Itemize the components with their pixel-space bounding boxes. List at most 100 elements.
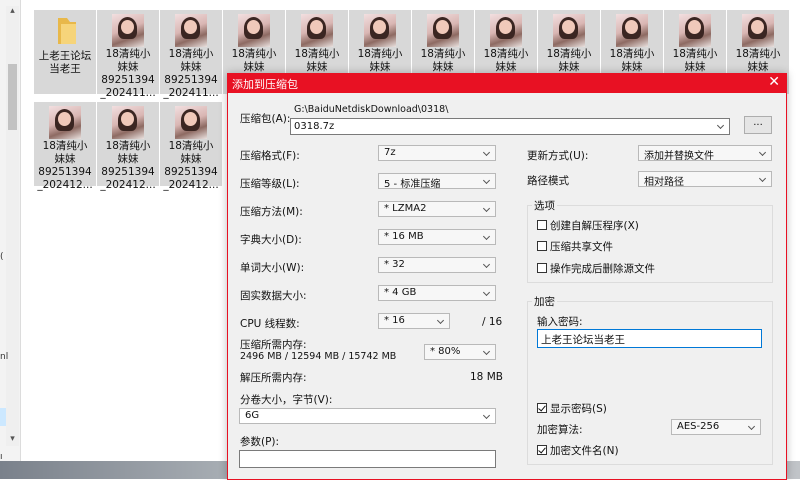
file-name: 18清纯小 [105,140,151,152]
chevron-down-icon [436,314,446,328]
file-name: _202411... [100,87,156,99]
split-volume-label: 分卷大小，字节(V): [240,394,333,406]
photo-thumbnail [301,14,333,47]
password-label: 输入密码: [537,316,583,328]
scroll-thumb[interactable] [8,64,17,130]
dialog-titlebar[interactable]: 添加到压缩包 ✕ [228,73,786,93]
file-item[interactable]: 18清纯小 妹妹 89251394 _202412... [34,102,96,191]
path-mode-select[interactable]: 相对路径 [638,171,772,188]
method-select[interactable]: * LZMA2 [378,201,496,217]
photo-thumbnail [175,14,207,47]
format-select[interactable]: 7z [378,145,496,161]
navigation-scrollbar[interactable]: ▴ ▾ [6,6,19,446]
path-mode-value: 相对路径 [644,177,684,188]
file-name: 18清纯小 [420,48,466,60]
chevron-down-icon [758,146,768,160]
file-name: 妹妹 [180,61,202,73]
file-name: 妹妹 [180,153,202,165]
file-name: 18清纯小 [357,48,403,60]
update-mode-label: 更新方式(U): [527,150,589,162]
photo-thumbnail [112,14,144,47]
split-volume-combo[interactable]: 6G [239,408,496,424]
encryption-group-title: 加密 [532,294,557,309]
create-sfx-checkbox[interactable] [537,220,547,230]
chevron-down-icon [747,420,757,434]
dictionary-select[interactable]: * 16 MB [378,229,496,245]
show-password-checkbox[interactable] [537,403,547,413]
memory-percent-select[interactable]: * 80% [424,344,496,360]
file-name: 18清纯小 [168,140,214,152]
file-name: 妹妹 [117,153,139,165]
threads-select[interactable]: * 16 [378,313,450,329]
file-item[interactable]: 18清纯小 妹妹 89251394 _202412... [97,102,159,191]
encrypt-filenames-checkbox[interactable] [537,445,547,455]
file-name: 18清纯小 [294,48,340,60]
delete-after-checkbox[interactable] [537,263,547,273]
update-mode-select[interactable]: 添加并替换文件 [638,145,772,162]
level-label: 压缩等级(L): [240,178,300,190]
archive-label: 压缩包(A): [240,113,291,125]
level-select[interactable]: 5 - 标准压缩 [378,173,496,190]
photo-thumbnail [679,14,711,47]
decompress-memory-label: 解压所需内存: [240,372,307,384]
compress-shared-label: 压缩共享文件 [550,241,613,253]
scroll-down-icon[interactable]: ▾ [6,434,19,444]
file-name: 18清纯小 [105,48,151,60]
photo-thumbnail [742,14,774,47]
file-item-folder[interactable]: 上老王论坛 当老王 [34,10,96,94]
solid-block-value: * 4 GB [384,287,417,298]
parameters-input[interactable] [239,450,496,468]
file-name: 89251394 [101,74,155,86]
chevron-down-icon [482,258,492,272]
chevron-down-icon [482,230,492,244]
file-name: 89251394 [101,166,155,178]
compress-shared-checkbox[interactable] [537,241,547,251]
solid-block-label: 固实数据大小: [240,290,307,302]
chevron-down-icon[interactable] [716,119,726,133]
photo-thumbnail [112,106,144,139]
file-item[interactable]: 18清纯小 妹妹 89251394 _202411... [160,10,222,99]
solid-block-select[interactable]: * 4 GB [378,285,496,301]
archive-directory: G:\BaiduNetdiskDownload\0318\ [294,104,449,115]
close-icon[interactable]: ✕ [768,74,780,90]
password-value: 上老王论坛当老王 [541,334,625,346]
word-size-label: 单词大小(W): [240,262,305,274]
chevron-down-icon [482,286,492,300]
file-name: 上老王论坛 [38,50,92,62]
archive-name-combo[interactable]: 0318.7z [290,118,730,135]
update-mode-value: 添加并替换文件 [644,151,714,162]
password-input[interactable]: 上老王论坛当老王 [537,329,762,348]
nav-selected-item[interactable] [0,408,6,426]
photo-thumbnail [364,14,396,47]
file-name: 89251394 [164,74,218,86]
options-group-title: 选项 [532,198,557,213]
compress-memory-detail: 2496 MB / 12594 MB / 15742 MB [240,351,397,362]
file-name: 18清纯小 [42,140,88,152]
compress-memory-label: 压缩所需内存: [240,339,307,351]
file-name: _202412... [37,179,93,191]
scroll-up-icon[interactable]: ▴ [6,6,19,16]
add-to-archive-dialog: 添加到压缩包 ✕ 压缩包(A): G:\BaiduNetdiskDownload… [227,73,787,480]
file-name: _202412... [163,179,219,191]
file-item[interactable]: 18清纯小 妹妹 89251394 _202412... [160,102,222,191]
photo-thumbnail [427,14,459,47]
file-item[interactable]: 18清纯小 妹妹 89251394 _202411... [97,10,159,99]
dictionary-label: 字典大小(D): [240,234,302,246]
nav-text-fragment: nl [0,352,9,362]
word-size-select[interactable]: * 32 [378,257,496,273]
chevron-down-icon [482,146,492,160]
chevron-down-icon [758,172,768,186]
file-name: 89251394 [38,166,92,178]
file-name: 89251394 [164,166,218,178]
threads-label: CPU 线程数: [240,318,300,330]
file-name: 18清纯小 [609,48,655,60]
file-name: 18清纯小 [546,48,592,60]
show-password-label: 显示密码(S) [550,403,607,415]
navigation-pane: ▴ ▾ ( nl ı [0,0,21,479]
file-name: 18清纯小 [168,48,214,60]
decompress-memory-value: 18 MB [470,371,503,383]
browse-button[interactable]: ... [744,116,772,134]
encryption-method-select[interactable]: AES-256 [671,419,761,435]
split-volume-value: 6G [245,410,260,421]
create-sfx-label: 创建自解压程序(X) [550,220,639,232]
